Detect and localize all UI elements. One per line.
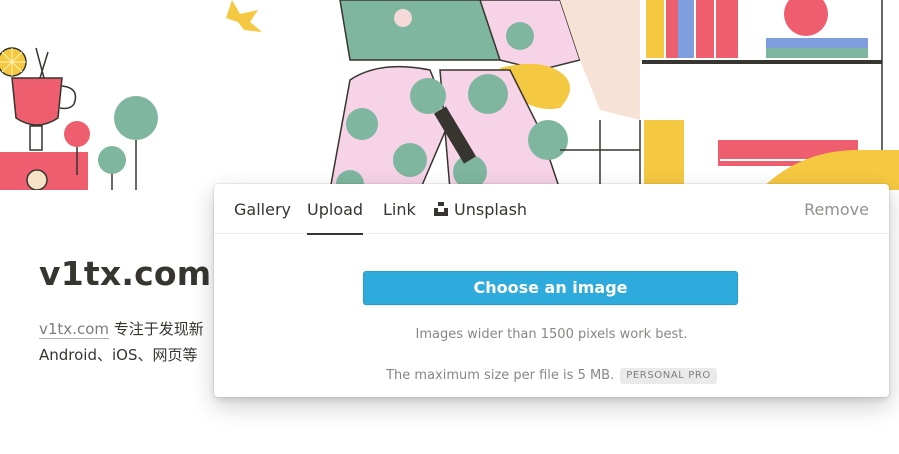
image-size-hint: Images wider than 1500 pixels work best. (415, 327, 688, 342)
description-text-1: 专注于发现新 (108, 320, 204, 338)
tab-unsplash[interactable]: Unsplash (434, 184, 527, 234)
tab-unsplash-label: Unsplash (454, 200, 528, 219)
max-size-text: The maximum size per file is 5 MB. (386, 368, 615, 383)
plan-badge: PERSONAL PRO (620, 368, 717, 384)
remove-button[interactable]: Remove (804, 184, 869, 234)
unsplash-icon (434, 202, 448, 216)
description-line-1: v1tx.com 专注于发现新 (39, 316, 219, 342)
drink-glass (11, 77, 63, 126)
image-picker-popup: Gallery Upload Link Unsplash Remove Choo… (214, 184, 889, 397)
max-size-note: The maximum size per file is 5 MB. PERSON… (214, 368, 889, 384)
page-title: v1tx.com (39, 254, 212, 293)
description-link[interactable]: v1tx.com (39, 320, 109, 339)
tab-gallery[interactable]: Gallery (234, 184, 291, 234)
page-cover-illustration (0, 0, 899, 190)
page-description: v1tx.com 专注于发现新 Android、iOS、网页等 (39, 316, 219, 368)
tab-link[interactable]: Link (383, 184, 416, 234)
image-picker-tabbar: Gallery Upload Link Unsplash Remove (214, 184, 889, 235)
star-shape (226, 0, 262, 32)
description-line-2: Android、iOS、网页等 (39, 346, 198, 364)
choose-image-button[interactable]: Choose an image (363, 271, 738, 305)
laptop-shape (339, 0, 501, 61)
cover-art (0, 0, 899, 190)
tab-upload[interactable]: Upload (307, 184, 364, 235)
